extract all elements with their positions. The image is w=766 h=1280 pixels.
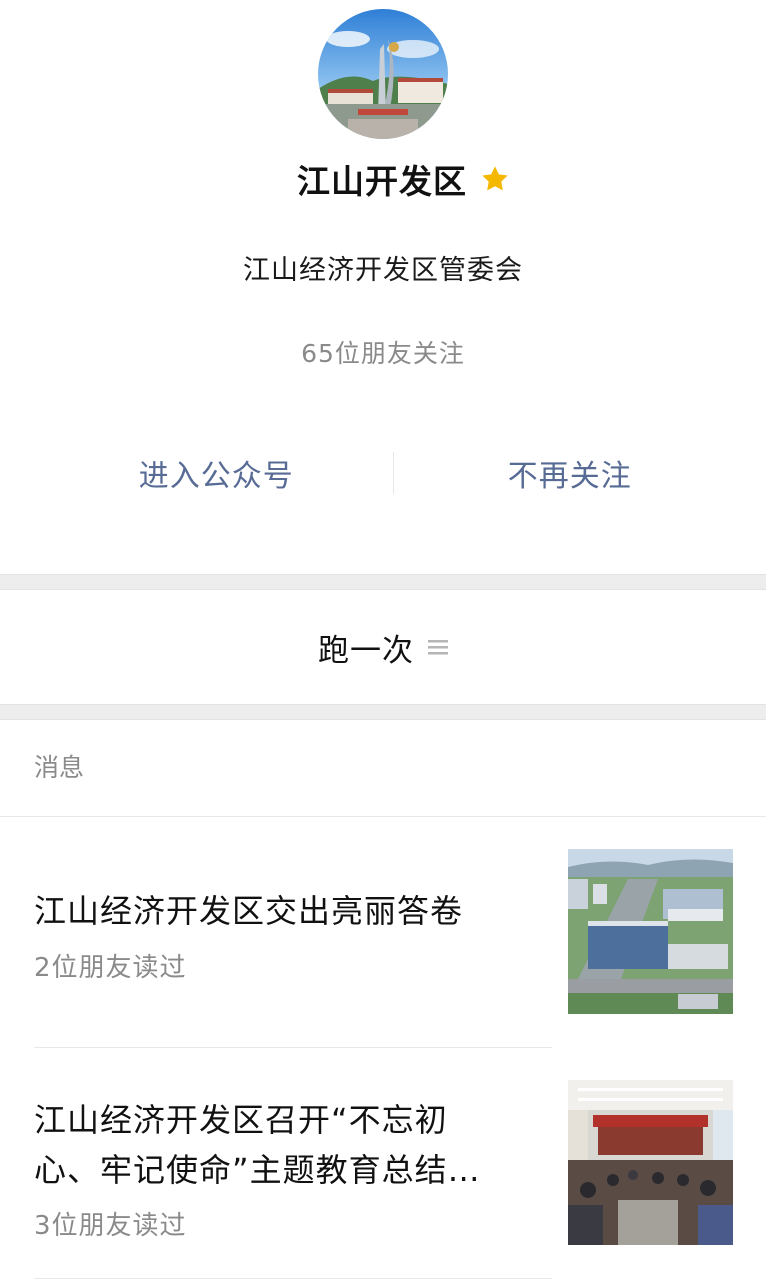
- article-item[interactable]: 江山经济开发区召开“不忘初 心、牢记使命”主题教育总结… 3位朋友读过: [34, 1048, 733, 1279]
- messages-title: 消息: [0, 720, 766, 817]
- article-title-line-1[interactable]: 江山经济开发区召开“不忘初: [34, 1096, 534, 1144]
- account-menu-bar[interactable]: 跑一次: [0, 590, 766, 704]
- article-reads: 3位朋友读过: [34, 1211, 187, 1241]
- article-thumbnail[interactable]: [568, 849, 733, 1014]
- section-gap: [0, 574, 766, 590]
- account-name: 江山开发区: [297, 162, 467, 201]
- profile-actions: 进入公众号 不再关注: [0, 446, 766, 500]
- unfollow-button[interactable]: 不再关注: [394, 451, 766, 495]
- account-organization: 江山经济开发区管委会: [243, 255, 523, 286]
- star-icon[interactable]: [479, 163, 511, 195]
- article-title-line-2[interactable]: 心、牢记使命”主题教育总结…: [34, 1146, 534, 1194]
- article-title[interactable]: 江山经济开发区交出亮丽答卷: [34, 887, 534, 935]
- enter-account-button[interactable]: 进入公众号: [0, 451, 393, 495]
- article-thumbnail[interactable]: [568, 1080, 733, 1245]
- menu-item-label[interactable]: 跑一次: [318, 625, 414, 670]
- article-reads: 2位朋友读过: [34, 953, 187, 983]
- article-item[interactable]: 江山经济开发区交出亮丽答卷 2位朋友读过: [34, 817, 733, 1048]
- account-profile: 江山开发区 江山经济开发区管委会 65位朋友关注 进入公众号 不再关注: [0, 0, 766, 574]
- account-name-row: 江山开发区: [0, 155, 766, 203]
- followers-count[interactable]: 65位朋友关注: [0, 334, 766, 370]
- messages-section: 消息 江山经济开发区交出亮丽答卷 2位朋友读过 江山经济开发区召开“不忘初 心、…: [0, 720, 766, 1279]
- menu-lines-icon: [428, 638, 448, 656]
- section-gap: [0, 704, 766, 720]
- account-avatar[interactable]: [318, 9, 448, 139]
